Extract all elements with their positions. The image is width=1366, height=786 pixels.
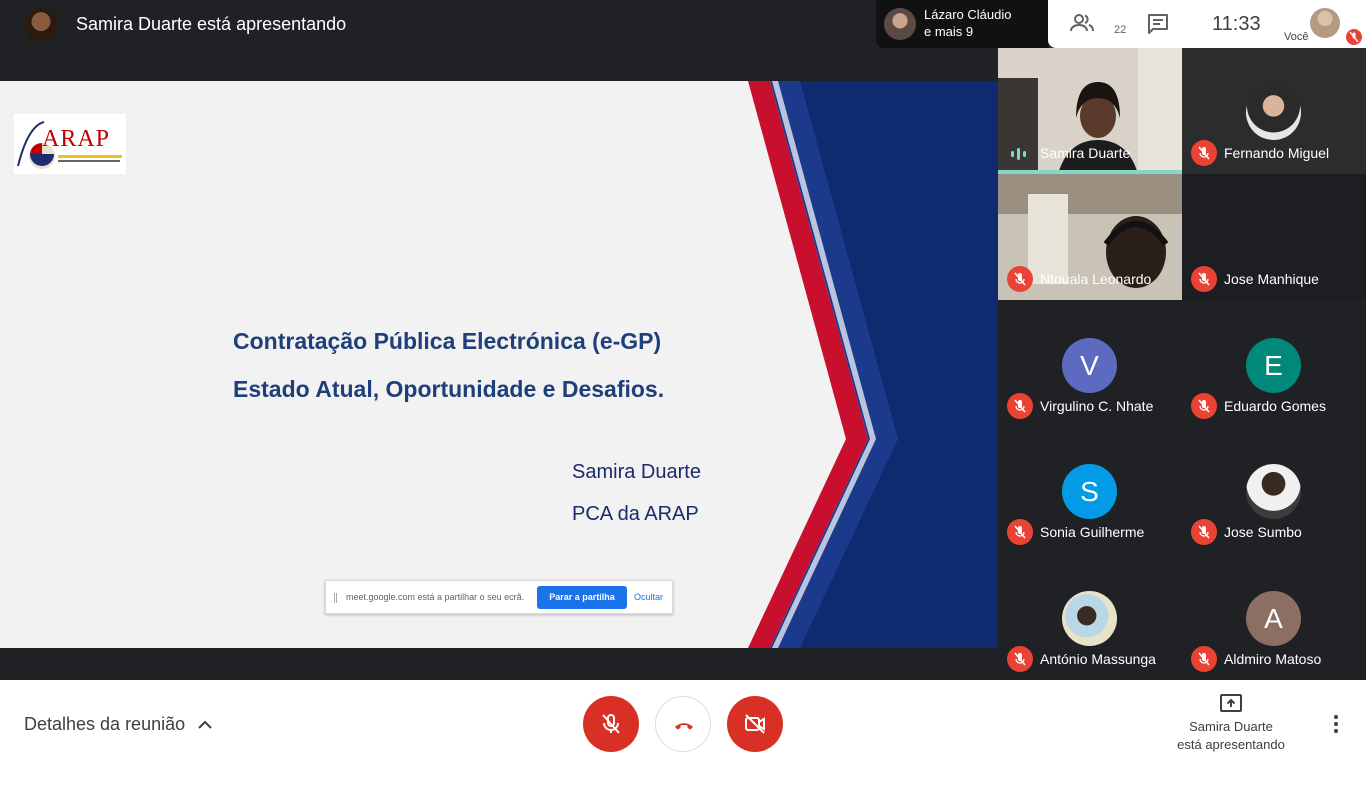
mic-off-icon [1191, 646, 1217, 672]
clock: 11:33 [1212, 13, 1261, 35]
participant-tile[interactable]: Samira Duarte [998, 48, 1182, 174]
avatar-letter: V [1062, 338, 1117, 393]
participants-chip-label: Lázaro Cláudio e mais 9 [924, 6, 1011, 40]
participants-chip[interactable]: Lázaro Cláudio e mais 9 [876, 0, 1048, 48]
participant-tile[interactable]: Fernando Miguel [1182, 48, 1366, 174]
bottom-bar: Detalhes da reunião Samira Duarte está a… [0, 680, 1366, 786]
participant-name: Sonia Guilherme [1040, 524, 1145, 540]
self-avatar[interactable] [1310, 8, 1340, 38]
mic-off-icon [1007, 393, 1033, 419]
participant-tile[interactable]: A Aldmiro Matoso [1182, 554, 1366, 680]
presenter-title: Samira Duarte está apresentando [76, 14, 347, 34]
hang-up-icon [675, 723, 693, 730]
presenting-status[interactable]: Samira Duarte está apresentando [1160, 718, 1302, 754]
chevron-up-icon[interactable] [196, 716, 214, 734]
slide-title-line2: Estado Atual, Oportunidade e Desafios. [233, 376, 665, 402]
participant-name: Jose Manhique [1224, 271, 1319, 287]
people-count: 22 [1114, 24, 1127, 36]
people-icon [1070, 14, 1094, 32]
presenting-line2: está apresentando [1177, 737, 1285, 752]
top-bar: Samira Duarte está apresentando Lázaro C… [0, 0, 1366, 48]
arap-logo: ARAP [14, 114, 126, 174]
people-button[interactable]: 22 [1070, 12, 1126, 38]
slide-author-block: Samira Duarte PCA da ARAP [572, 451, 701, 535]
present-icon[interactable] [1220, 694, 1242, 712]
participant-name: Eduardo Gomes [1224, 398, 1326, 414]
chat-button[interactable] [1146, 12, 1170, 36]
slide-title: Contratação Pública Electrónica (e-GP) E… [233, 317, 664, 413]
meeting-details-button[interactable]: Detalhes da reunião [24, 714, 185, 735]
share-message: meet.google.com está a partilhar o seu e… [346, 592, 525, 602]
participant-tile[interactable]: S Sonia Guilherme [998, 427, 1182, 553]
more-vert-icon[interactable] [1326, 712, 1346, 736]
camera-toggle-button[interactable] [727, 696, 783, 752]
leave-call-button[interactable] [655, 696, 711, 752]
microphone-toggle-button[interactable] [583, 696, 639, 752]
mic-off-icon [1191, 140, 1217, 166]
slide-title-line1: Contratação Pública Electrónica (e-GP) [233, 328, 662, 354]
participant-name: Jose Sumbo [1224, 524, 1302, 540]
mic-off-icon [1007, 646, 1033, 672]
avatar [1246, 464, 1301, 519]
participant-name: António Massunga [1040, 651, 1156, 667]
slide-author: Samira Duarte [572, 461, 701, 483]
drag-handle[interactable] [334, 593, 337, 603]
logo-text: ARAP [42, 126, 111, 152]
mic-off-icon [1007, 266, 1033, 292]
participant-tile[interactable]: António Massunga [998, 554, 1182, 680]
presentation-stage: ARAP Contratação Pública Electrónica (e-… [0, 48, 998, 680]
avatar-letter: A [1246, 591, 1301, 646]
participant-tile[interactable]: E Eduardo Gomes [1182, 301, 1366, 427]
participant-name: Aldmiro Matoso [1224, 651, 1322, 667]
avatar [1246, 85, 1301, 140]
avatar [1062, 591, 1117, 646]
participant-tile[interactable]: Jose Manhique [1182, 174, 1366, 300]
speaking-icon [1011, 148, 1026, 160]
self-label: Você [1284, 31, 1309, 43]
participant-tile[interactable]: V Virgulino C. Nhate [998, 301, 1182, 427]
mic-off-icon [1191, 266, 1217, 292]
presenting-line1: Samira Duarte [1189, 719, 1273, 734]
top-right-panel: 22 11:33 Você [1048, 0, 1366, 48]
hide-share-bar-link[interactable]: Ocultar [634, 592, 663, 602]
participant-tile[interactable]: Jose Sumbo [1182, 427, 1366, 553]
camera-off-icon [745, 714, 765, 734]
shared-slide: ARAP Contratação Pública Electrónica (e-… [0, 81, 998, 648]
presenter-avatar [24, 8, 58, 42]
slide-role: PCA da ARAP [572, 503, 699, 525]
participants-chip-line2: e mais 9 [924, 24, 974, 39]
participant-name: Samira Duarte [1040, 145, 1131, 161]
stop-sharing-button[interactable]: Parar a partilha [537, 586, 627, 609]
mic-off-icon [1191, 393, 1217, 419]
avatar [884, 8, 916, 40]
participant-name: Fernando Miguel [1224, 145, 1330, 161]
self-mic-off-icon [1346, 29, 1362, 45]
avatar-letter: S [1062, 464, 1117, 519]
participant-tiles: Samira Duarte Fernando Miguel Ntouala Le… [998, 48, 1366, 680]
participant-name: Virgulino C. Nhate [1040, 398, 1154, 414]
participants-chip-line1: Lázaro Cláudio [924, 7, 1012, 22]
mic-off-icon [602, 714, 620, 734]
mic-off-icon [1007, 519, 1033, 545]
participant-tile[interactable]: Ntouala Leonardo [998, 174, 1182, 300]
participant-name: Ntouala Leonardo [1040, 271, 1152, 287]
avatar-letter: E [1246, 338, 1301, 393]
mic-off-icon [1191, 519, 1217, 545]
chat-icon [1148, 14, 1168, 34]
screen-share-notification: meet.google.com está a partilhar o seu e… [325, 580, 673, 614]
